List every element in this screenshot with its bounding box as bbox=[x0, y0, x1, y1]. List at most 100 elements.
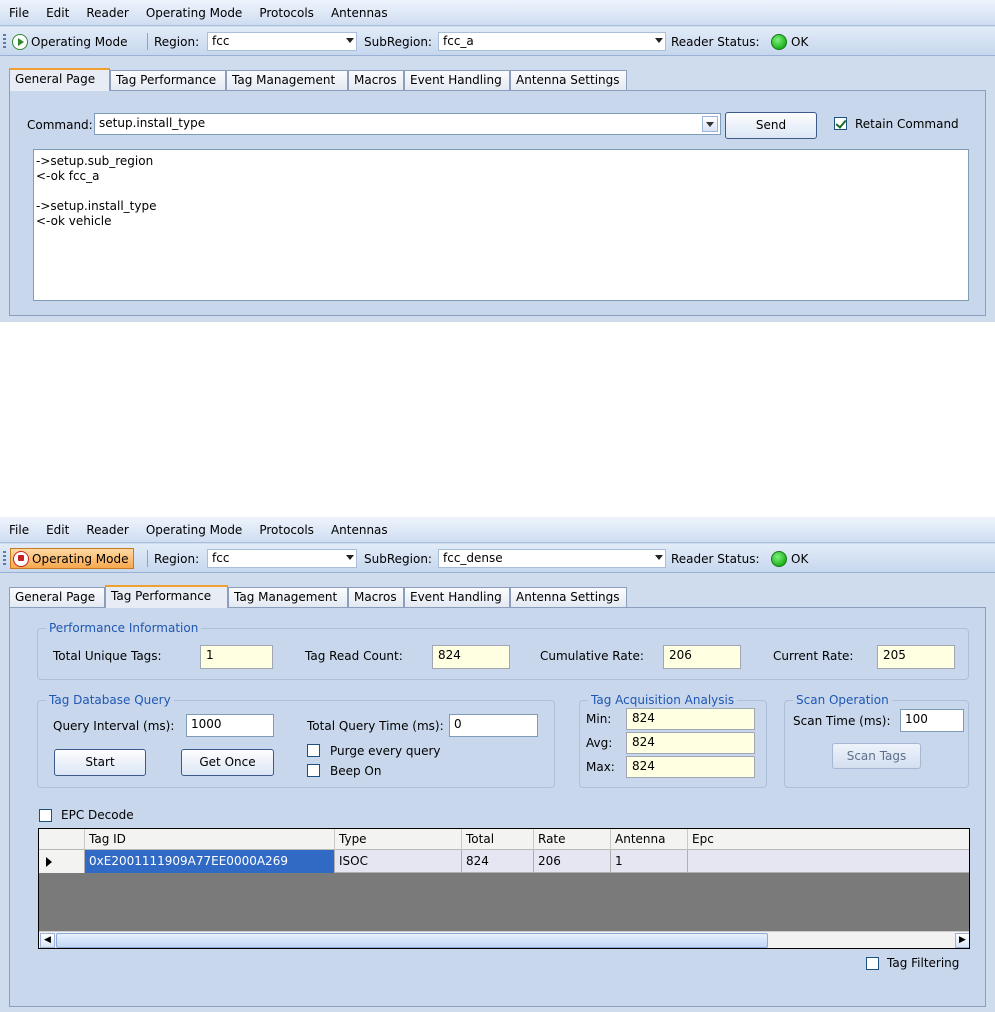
horizontal-scrollbar[interactable]: ◀ ▶ bbox=[39, 931, 969, 948]
scroll-thumb[interactable] bbox=[56, 933, 768, 948]
tag-read-count-value: 824 bbox=[432, 645, 510, 669]
tab-event-handling[interactable]: Event Handling bbox=[404, 70, 510, 90]
subregion-select[interactable]: fcc_a bbox=[438, 32, 666, 51]
console-output[interactable]: ->setup.sub_region <-ok fcc_a ->setup.in… bbox=[33, 149, 969, 301]
region-select[interactable]: fcc bbox=[207, 32, 357, 51]
table-row[interactable]: 0xE2001111909A77EE0000A269 ISOC 824 206 … bbox=[39, 850, 969, 873]
console-line: <-ok vehicle bbox=[36, 214, 112, 228]
tag-data-grid[interactable]: Tag ID Type Total Rate Antenna Epc 0xE20… bbox=[38, 828, 970, 949]
region-select[interactable]: fcc bbox=[207, 549, 357, 568]
cell-rate[interactable]: 206 bbox=[534, 850, 611, 873]
scroll-left-icon[interactable]: ◀ bbox=[40, 933, 55, 948]
toolbar-grip[interactable] bbox=[3, 34, 6, 50]
current-rate-value: 205 bbox=[877, 645, 955, 669]
menu-reader[interactable]: Reader bbox=[86, 523, 128, 537]
status-ok-icon bbox=[771, 34, 787, 50]
start-button[interactable]: Start bbox=[54, 749, 146, 776]
epc-decode-checkbox[interactable] bbox=[39, 809, 52, 822]
query-interval-input[interactable]: 1000 bbox=[186, 714, 274, 737]
column-header-type[interactable]: Type bbox=[335, 829, 462, 850]
subregion-value: fcc_a bbox=[443, 34, 474, 48]
column-header-total[interactable]: Total bbox=[462, 829, 534, 850]
reader-status-value: OK bbox=[791, 552, 809, 566]
region-value: fcc bbox=[212, 34, 230, 48]
reader-status-label: Reader Status: bbox=[671, 552, 760, 566]
avg-label: Avg: bbox=[586, 736, 613, 750]
tag-filtering-checkbox[interactable] bbox=[866, 957, 879, 970]
column-header-epc[interactable]: Epc bbox=[688, 829, 969, 850]
scroll-right-icon[interactable]: ▶ bbox=[955, 933, 969, 948]
menu-protocols[interactable]: Protocols bbox=[259, 523, 314, 537]
menu-edit[interactable]: Edit bbox=[46, 6, 69, 20]
cell-tag-id[interactable]: 0xE2001111909A77EE0000A269 bbox=[85, 850, 335, 873]
toolbar-grip[interactable] bbox=[3, 551, 6, 567]
min-label: Min: bbox=[586, 712, 612, 726]
tab-tag-performance[interactable]: Tag Performance bbox=[110, 70, 226, 90]
column-header-rate[interactable]: Rate bbox=[534, 829, 611, 850]
tab-antenna-settings[interactable]: Antenna Settings bbox=[510, 587, 627, 607]
tab-tag-management[interactable]: Tag Management bbox=[228, 587, 348, 607]
get-once-button[interactable]: Get Once bbox=[181, 749, 274, 776]
tab-macros[interactable]: Macros bbox=[348, 70, 404, 90]
purge-every-query-checkbox[interactable] bbox=[307, 744, 320, 757]
operating-mode-button[interactable]: Operating Mode bbox=[10, 548, 134, 569]
performance-group-title: Performance Information bbox=[46, 621, 202, 635]
tab-antenna-settings[interactable]: Antenna Settings bbox=[510, 70, 627, 90]
region-dropdown-icon[interactable] bbox=[346, 38, 354, 43]
tab-general-page[interactable]: General Page bbox=[9, 68, 110, 91]
row-selector[interactable] bbox=[39, 850, 85, 873]
cell-epc[interactable] bbox=[688, 850, 969, 873]
region-label: Region: bbox=[154, 35, 200, 49]
tab-tag-management[interactable]: Tag Management bbox=[226, 70, 348, 90]
menu-edit[interactable]: Edit bbox=[46, 523, 69, 537]
current-rate-text: 205 bbox=[883, 648, 906, 662]
cumulative-rate-text: 206 bbox=[669, 648, 692, 662]
beep-on-checkbox[interactable] bbox=[307, 764, 320, 777]
cell-type[interactable]: ISOC bbox=[335, 850, 462, 873]
menu-antennas[interactable]: Antennas bbox=[331, 523, 388, 537]
menu-file[interactable]: File bbox=[9, 523, 29, 537]
menu-operating-mode[interactable]: Operating Mode bbox=[146, 6, 243, 20]
cell-total[interactable]: 824 bbox=[462, 850, 534, 873]
tab-general-page[interactable]: General Page bbox=[9, 587, 105, 607]
retain-command-checkbox[interactable] bbox=[834, 117, 847, 130]
subregion-dropdown-icon[interactable] bbox=[655, 555, 663, 560]
column-header-antenna[interactable]: Antenna bbox=[611, 829, 688, 850]
menu-reader[interactable]: Reader bbox=[86, 6, 128, 20]
scan-tags-button[interactable]: Scan Tags bbox=[832, 743, 921, 769]
subregion-label: SubRegion: bbox=[364, 552, 432, 566]
beep-on-label: Beep On bbox=[330, 764, 382, 778]
total-unique-tags-label: Total Unique Tags: bbox=[53, 649, 162, 663]
scan-time-label: Scan Time (ms): bbox=[793, 714, 891, 728]
send-button[interactable]: Send bbox=[725, 112, 817, 139]
total-query-time-value: 0 bbox=[454, 717, 462, 731]
subregion-dropdown-icon[interactable] bbox=[655, 38, 663, 43]
acquisition-group-title: Tag Acquisition Analysis bbox=[588, 693, 738, 707]
tab-event-handling[interactable]: Event Handling bbox=[404, 587, 510, 607]
menu-operating-mode[interactable]: Operating Mode bbox=[146, 523, 243, 537]
total-query-time-input[interactable]: 0 bbox=[449, 714, 538, 737]
operating-mode-button[interactable]: Operating Mode bbox=[10, 31, 132, 52]
chevron-down-icon bbox=[706, 122, 714, 127]
status-ok-icon bbox=[771, 551, 787, 567]
tab-tag-performance[interactable]: Tag Performance bbox=[105, 585, 228, 608]
menu-file[interactable]: File bbox=[9, 6, 29, 20]
tag-filtering-label: Tag Filtering bbox=[887, 956, 960, 970]
scan-time-input[interactable]: 100 bbox=[900, 709, 964, 732]
retain-command-label: Retain Command bbox=[855, 117, 959, 131]
command-input[interactable]: setup.install_type bbox=[94, 113, 721, 135]
tab-macros[interactable]: Macros bbox=[348, 587, 404, 607]
cell-antenna[interactable]: 1 bbox=[611, 850, 688, 873]
command-dropdown-button[interactable] bbox=[702, 116, 718, 132]
subregion-select[interactable]: fcc_dense bbox=[438, 549, 666, 568]
query-group: Tag Database Query Query Interval (ms): … bbox=[37, 693, 555, 788]
menu-antennas[interactable]: Antennas bbox=[331, 6, 388, 20]
general-page-panel: Command: setup.install_type Send Retain … bbox=[9, 90, 986, 316]
command-value: setup.install_type bbox=[99, 116, 206, 130]
column-header-tag-id[interactable]: Tag ID bbox=[85, 829, 335, 850]
subregion-value: fcc_dense bbox=[443, 551, 503, 565]
menu-protocols[interactable]: Protocols bbox=[259, 6, 314, 20]
region-dropdown-icon[interactable] bbox=[346, 555, 354, 560]
epc-decode-label: EPC Decode bbox=[61, 808, 134, 822]
